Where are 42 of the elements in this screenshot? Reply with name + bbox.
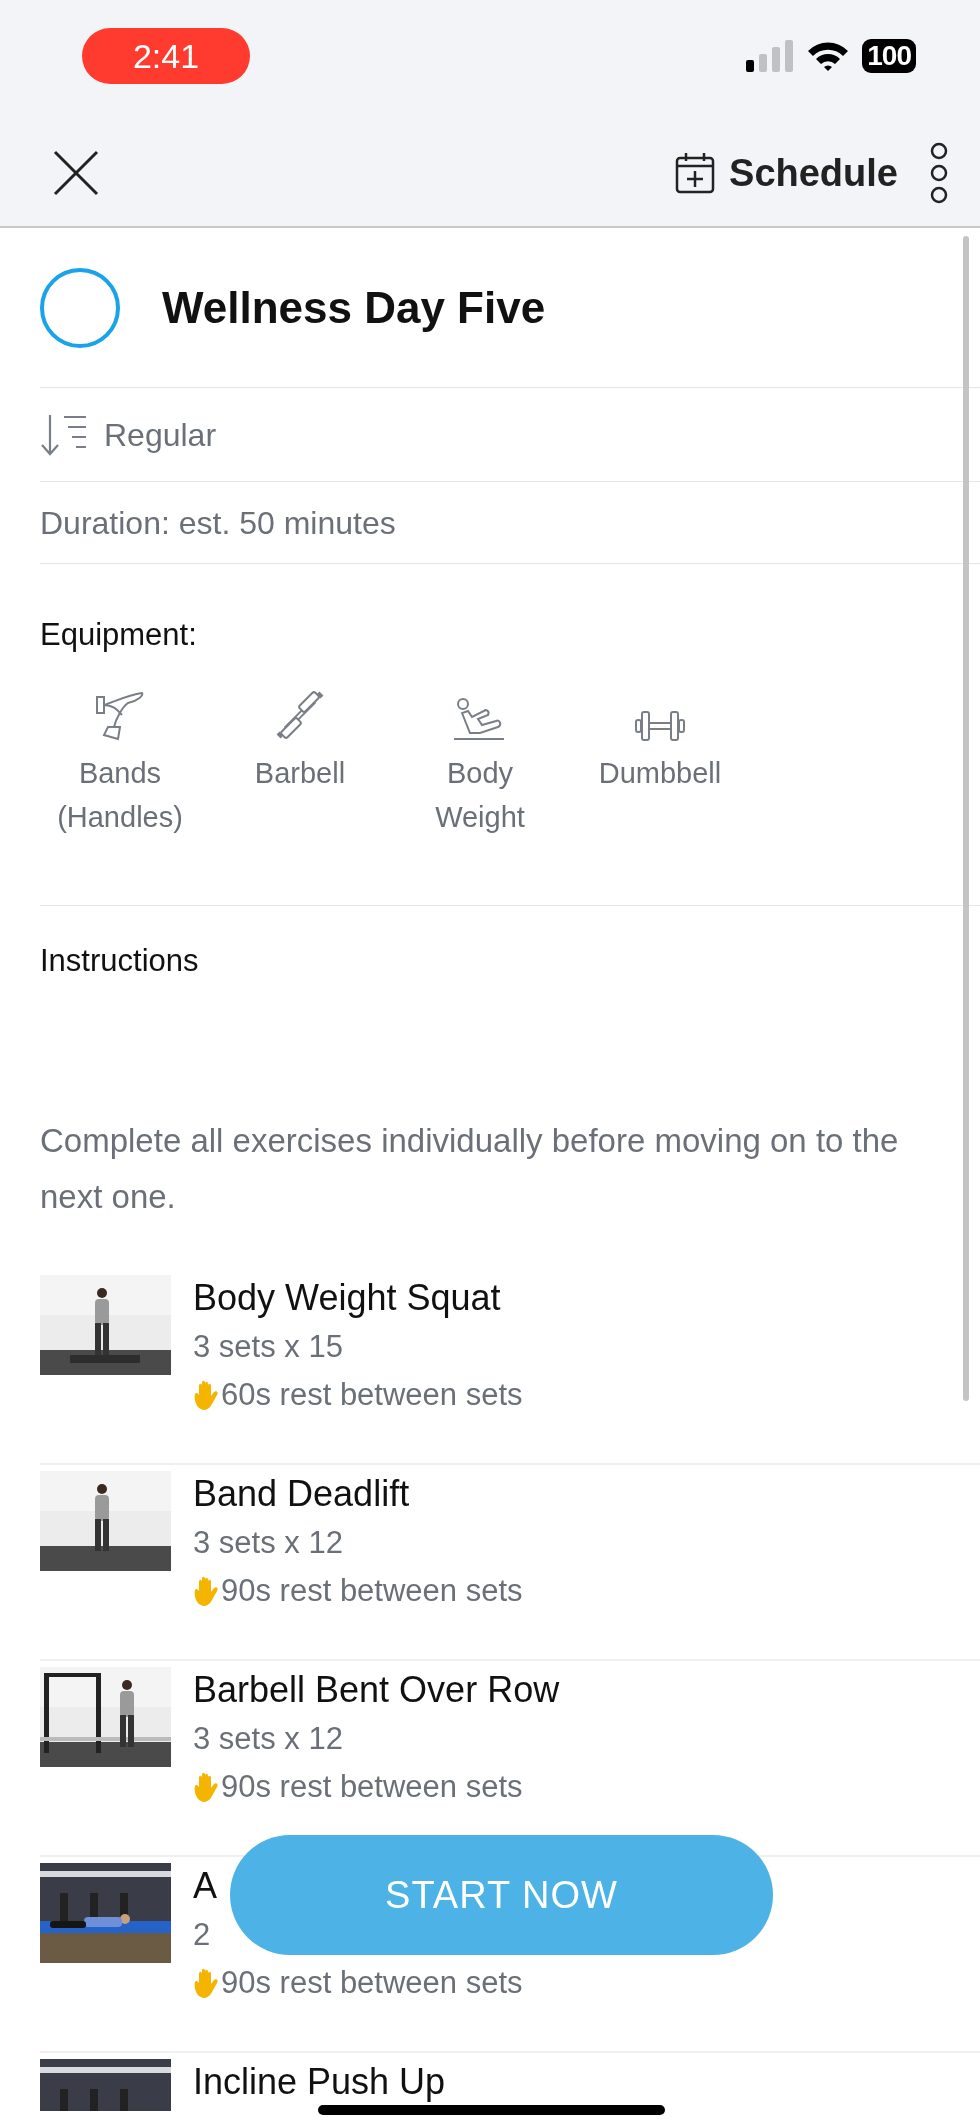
workout-title: Wellness Day Five [162, 281, 546, 334]
more-button[interactable] [928, 142, 950, 204]
wifi-icon [806, 40, 851, 72]
instructions-heading: Instructions [40, 942, 200, 980]
equipment-name: Barbell [253, 755, 347, 791]
hand-icon [193, 1771, 219, 1802]
equipment-name: Bands (Handles) [56, 755, 184, 835]
hand-icon [193, 1379, 219, 1410]
workout-type: Regular [104, 415, 217, 455]
rest-time: 90s rest between sets [221, 1963, 523, 2002]
equipment-name: Body Weight [434, 755, 526, 835]
exercise-name[interactable]: Incline Push Up [193, 2058, 446, 2105]
exercise-name[interactable]: Barbell Bent Over Row [193, 1666, 560, 1713]
rest-time: 90s rest between sets [221, 1767, 523, 1806]
close-icon [53, 150, 99, 196]
sort-icon [40, 412, 88, 457]
schedule-button[interactable]: Schedule [675, 144, 898, 202]
exercise-name[interactable]: Body Weight Squat [193, 1274, 501, 1321]
calendar-add-icon [675, 152, 716, 194]
exercise-name[interactable]: A [193, 1862, 217, 1909]
rest-time: 60s rest between sets [221, 1375, 523, 1414]
exercise-sets: 3 sets x 12 [193, 1719, 343, 1758]
signal-icon [746, 40, 795, 72]
instructions-text: Complete all exercises individually before moving on to the next one. [40, 1120, 900, 1217]
more-icon [928, 142, 950, 204]
resistance-band-icon [94, 690, 146, 743]
rest-time: 90s rest between sets [221, 1571, 523, 1610]
exercise-sets: 2 [193, 1915, 211, 1954]
hand-icon [193, 1967, 219, 1998]
equipment-name: Dumbbell [597, 755, 723, 791]
close-button[interactable] [52, 149, 100, 197]
battery-indicator: 100 [862, 39, 916, 73]
equipment-label: Equipment: [40, 616, 198, 654]
exercise-sets: 3 sets x 15 [193, 1327, 343, 1366]
scrollbar[interactable] [963, 236, 969, 1401]
sit-up-icon [454, 696, 506, 743]
exercise-sets: 3 sets x 12 [193, 1523, 343, 1562]
dumbbell-icon [634, 708, 686, 743]
time-pill: 2:41 [82, 28, 250, 84]
workout-duration: Duration: est. 50 minutes [40, 503, 396, 543]
hand-icon [193, 1575, 219, 1606]
exercise-name[interactable]: Band Deadlift [193, 1470, 410, 1517]
